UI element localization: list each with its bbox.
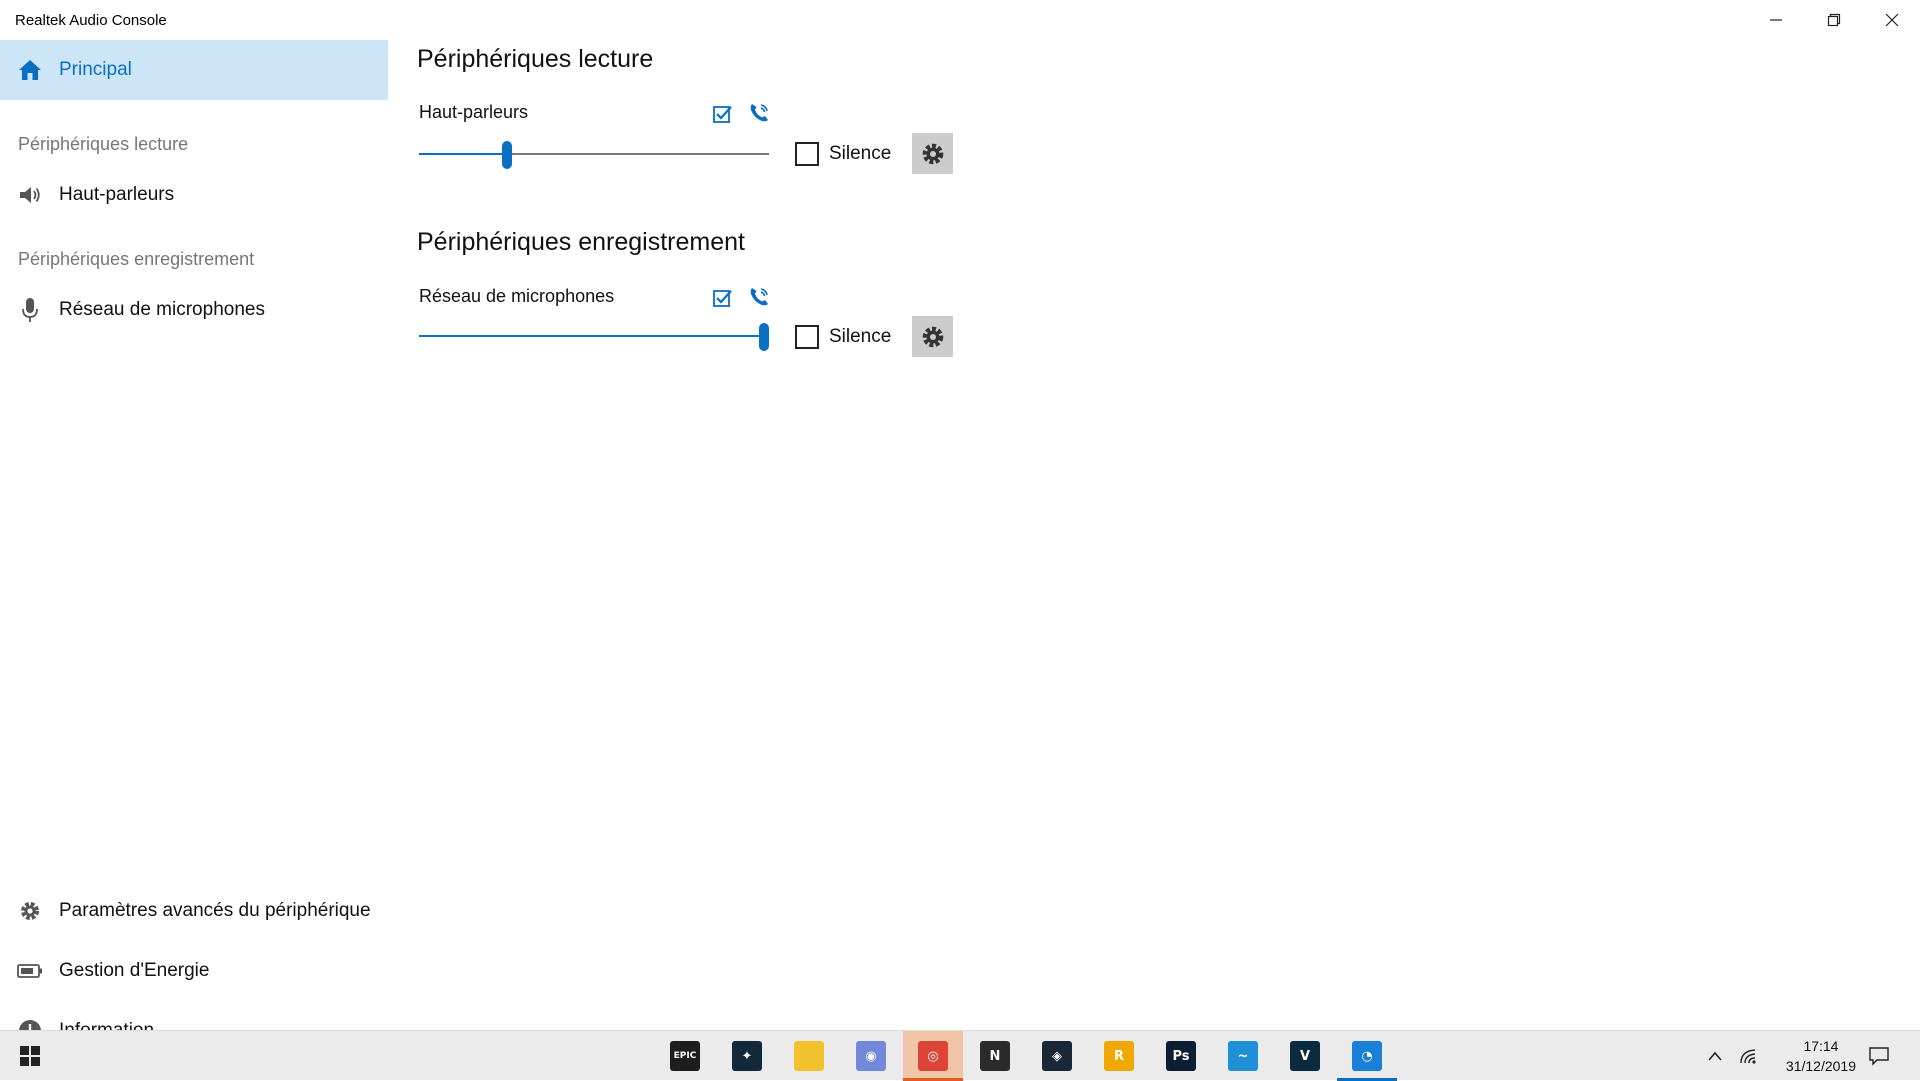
sidebar-item-power-management[interactable]: Gestion d'Energie [0, 941, 388, 1001]
swift-icon: ~ [1228, 1041, 1258, 1071]
taskbar-app-v-app[interactable]: V [1275, 1031, 1335, 1081]
system-clock[interactable]: 17:14 31/12/2019 [1786, 1036, 1856, 1076]
battlenet-icon: ✦ [732, 1041, 762, 1071]
close-button[interactable] [1864, 0, 1920, 40]
mute-label: Silence [829, 143, 892, 164]
sidebar-item-advanced-settings[interactable]: Paramètres avancés du périphérique [0, 881, 388, 941]
default-device-check-icon[interactable] [711, 286, 735, 310]
rockstar-icon: R [1104, 1041, 1134, 1071]
slider-fill [419, 153, 507, 155]
notion-icon: N [980, 1041, 1010, 1071]
sidebar: Principal Périphériques lecture Haut-par… [0, 40, 388, 1042]
home-icon [16, 56, 44, 84]
clock-date: 31/12/2019 [1785, 1058, 1856, 1074]
sidebar-item-speakers[interactable]: Haut-parleurs [0, 165, 388, 225]
recording-section-title: Périphériques enregistrement [417, 228, 745, 256]
playback-section-title: Périphériques lecture [417, 45, 654, 73]
gear-icon [16, 897, 44, 925]
recording-mute-checkbox[interactable]: Silence [795, 325, 891, 349]
photoshop-icon: Ps [1166, 1041, 1196, 1071]
default-communication-phone-icon[interactable] [747, 285, 771, 309]
minimize-icon [1770, 19, 1782, 21]
sidebar-item-label: Paramètres avancés du périphérique [59, 900, 371, 921]
mute-label: Silence [829, 326, 892, 347]
realtek-icon: ◔ [1352, 1041, 1382, 1071]
action-center-icon[interactable] [1865, 1041, 1893, 1071]
default-communication-phone-icon[interactable] [747, 101, 771, 125]
v-app-icon: V [1290, 1041, 1320, 1071]
taskbar: EPIC ✦ ◉ ◎ N ◈ R Ps ~ V ◔ 17:14 31/12/2019 [0, 1030, 1920, 1081]
recording-device-name: Réseau de microphones [419, 286, 615, 306]
speaker-icon [16, 181, 44, 209]
taskbar-app-discord[interactable]: ◉ [841, 1031, 901, 1081]
slider-thumb[interactable] [502, 141, 512, 169]
taskbar-app-chrome[interactable]: ◎ [903, 1031, 963, 1081]
playback-mute-checkbox[interactable]: Silence [795, 142, 891, 166]
taskbar-app-battlenet[interactable]: ✦ [717, 1031, 777, 1081]
discord-icon: ◉ [856, 1041, 886, 1071]
playback-device-settings-button[interactable] [912, 133, 953, 174]
taskbar-app-swift[interactable]: ~ [1213, 1031, 1273, 1081]
taskbar-app-notion[interactable]: N [965, 1031, 1025, 1081]
minimize-button[interactable] [1748, 0, 1804, 40]
epic-games-icon: EPIC [670, 1041, 700, 1071]
clock-time: 17:14 [1803, 1038, 1839, 1054]
sidebar-item-microphones[interactable]: Réseau de microphones [0, 280, 388, 340]
slider-fill [419, 335, 769, 337]
chrome-icon: ◎ [918, 1041, 948, 1071]
sidebar-header-playback: Périphériques lecture [18, 134, 189, 154]
taskbar-app-rockstar[interactable]: R [1089, 1031, 1149, 1081]
sidebar-header-recording: Périphériques enregistrement [18, 249, 255, 269]
taskbar-app-steam[interactable]: ◈ [1027, 1031, 1087, 1081]
recording-volume-slider[interactable] [419, 321, 769, 351]
recording-device-settings-button[interactable] [912, 316, 953, 357]
playback-device-name: Haut-parleurs [419, 102, 529, 122]
sidebar-item-label: Gestion d'Energie [59, 960, 210, 981]
sidebar-item-label: Haut-parleurs [59, 184, 175, 205]
sidebar-item-label: Réseau de microphones [59, 299, 265, 320]
taskbar-app-photoshop[interactable]: Ps [1151, 1031, 1211, 1081]
sidebar-item-principal[interactable]: Principal [0, 40, 388, 100]
start-button[interactable] [0, 1031, 60, 1081]
sidebar-item-label: Principal [59, 59, 132, 80]
main-panel: Périphériques lecture Haut-parleurs Sile… [388, 40, 1920, 1030]
taskbar-app-folder[interactable] [779, 1031, 839, 1081]
taskbar-app-epic-games[interactable]: EPIC [655, 1031, 715, 1081]
slider-thumb[interactable] [759, 323, 769, 351]
taskbar-app-realtek[interactable]: ◔ [1337, 1031, 1397, 1081]
title-bar: Realtek Audio Console [0, 0, 1920, 40]
windows-logo-icon [20, 1046, 40, 1066]
battery-icon [16, 957, 44, 985]
close-icon [1885, 13, 1899, 27]
microphone-icon [16, 296, 44, 324]
network-icon[interactable] [1735, 1041, 1763, 1071]
folder-icon [794, 1041, 824, 1071]
window-title: Realtek Audio Console [15, 12, 167, 29]
show-hidden-icons-chevron-icon[interactable] [1701, 1041, 1729, 1071]
checkbox-box[interactable] [795, 142, 819, 166]
steam-icon: ◈ [1042, 1041, 1072, 1071]
default-device-check-icon[interactable] [711, 102, 735, 126]
checkbox-box[interactable] [795, 325, 819, 349]
playback-volume-slider[interactable] [419, 139, 769, 169]
restore-icon [1827, 13, 1841, 27]
restore-button[interactable] [1806, 0, 1862, 40]
gear-icon [922, 143, 943, 164]
gear-icon [922, 326, 943, 347]
